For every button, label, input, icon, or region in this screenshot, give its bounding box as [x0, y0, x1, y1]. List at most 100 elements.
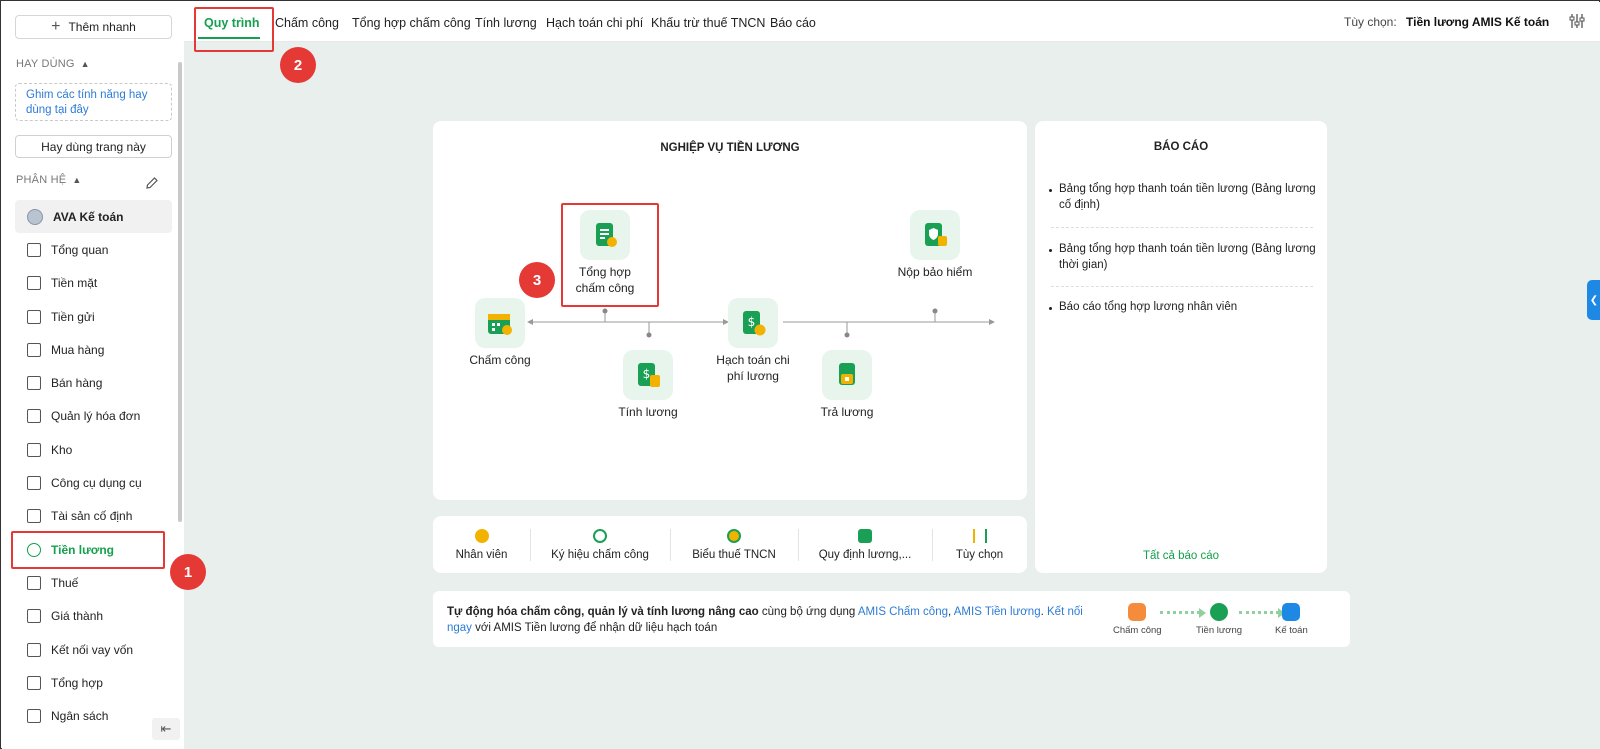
amis-timesheet-link[interactable]: AMIS Chấm công: [858, 606, 948, 618]
tool-label: Ký hiệu chấm công: [551, 548, 649, 561]
sidebar-item-summary[interactable]: Tổng hợp: [15, 666, 172, 699]
tab-pit-deduction[interactable]: Khấu trừ thuế TNCN: [651, 16, 765, 30]
pin-hint: Ghim các tính năng hay dùng tại đây: [15, 83, 172, 121]
use-page-button[interactable]: Hay dùng trang này: [15, 135, 172, 158]
step-badge-3: 3: [519, 262, 555, 298]
sidebar-item-cost[interactable]: Giá thành: [15, 600, 172, 633]
promo-step-label: Kế toán: [1275, 625, 1308, 636]
sidebar-item-warehouse[interactable]: Kho: [15, 433, 172, 466]
modules-section-title: PHÂN HỆ: [16, 174, 67, 186]
svg-text:$: $: [643, 367, 651, 381]
tools-icon: [27, 476, 41, 491]
tax-icon: [27, 575, 41, 590]
sidebar-item-label: Giá thành: [51, 609, 104, 624]
timesheet-symbols-tool[interactable]: Ký hiệu chấm công: [530, 516, 670, 573]
shopping-bag-icon: [27, 342, 41, 357]
tab-timesheet[interactable]: Chấm công: [275, 16, 339, 30]
tab-reports[interactable]: Báo cáo: [770, 16, 816, 30]
tool-label: Quy định lương,...: [818, 548, 912, 561]
report-item-label: Bảng tổng hợp thanh toán tiền lương (Bản…: [1059, 243, 1316, 271]
svg-text:$: $: [748, 315, 756, 329]
step-badge-2: 2: [280, 47, 316, 83]
payment-node[interactable]: [822, 350, 872, 400]
report-item[interactable]: Bảng tổng hợp thanh toán tiền lương (Bản…: [1049, 241, 1319, 273]
pencil-icon[interactable]: [145, 176, 159, 190]
accounting-node[interactable]: $: [728, 298, 778, 348]
highlight-timesheet-summary: [561, 203, 659, 307]
sidebar-item-overview[interactable]: Tổng quan: [15, 233, 172, 266]
workflow-card: NGHIỆP VỤ TIỀN LƯƠNG Chấm công Tổng hợp …: [433, 121, 1027, 500]
pit-table-tool[interactable]: Biểu thuế TNCN: [670, 516, 798, 573]
sidebar-item-sales[interactable]: Bán hàng: [15, 366, 172, 399]
salary-app-icon: [1210, 603, 1229, 621]
sidebar: + Thêm nhanh HAY DÙNG ▲ Ghim các tính nă…: [2, 2, 184, 749]
reports-card: BÁO CÁO Bảng tổng hợp thanh toán tiền lư…: [1035, 121, 1327, 573]
sidebar-item-label: Quản lý hóa đơn: [51, 409, 141, 424]
sidebar-item-fixed-assets[interactable]: Tài sản cố định: [15, 500, 172, 533]
sidebar-item-label: AVA Kế toán: [53, 209, 124, 224]
sidebar-item-ava[interactable]: AVA Kế toán: [15, 200, 172, 234]
tab-cost-accounting[interactable]: Hạch toán chi phí: [546, 16, 643, 30]
integration-banner: Tự động hóa chấm công, quản lý và tính l…: [433, 591, 1350, 647]
loan-icon: [27, 642, 41, 657]
side-panel-toggle[interactable]: ❮: [1587, 280, 1600, 320]
sidebar-item-loan[interactable]: Kết nối vay vốn: [15, 633, 172, 666]
spiral-icon: [593, 528, 607, 543]
report-item-label: Báo cáo tổng hợp lương nhân viên: [1059, 301, 1238, 313]
sidebar-item-label: Mua hàng: [51, 342, 105, 357]
amis-salary-link[interactable]: AMIS Tiền lương: [954, 606, 1041, 618]
tab-payroll[interactable]: Tính lương: [475, 16, 537, 30]
sliders-settings-icon[interactable]: [1569, 13, 1585, 29]
sidebar-item-bank[interactable]: Tiền gửi: [15, 300, 172, 333]
timesheet-app-icon: [1128, 603, 1147, 621]
all-reports-link[interactable]: Tất cả báo cáo: [1035, 550, 1327, 562]
dashboard-icon: [27, 242, 41, 257]
insurance-node[interactable]: [910, 210, 960, 260]
bank-icon: [27, 309, 41, 324]
promo-step-salary: Tiền lương: [1196, 603, 1242, 636]
options-tool[interactable]: Tùy chọn: [932, 516, 1027, 573]
modules-section-header[interactable]: PHÂN HỆ ▲: [16, 174, 81, 186]
payroll-node[interactable]: $: [623, 350, 673, 400]
accounting-label-line1: Hạch toán chi: [716, 353, 790, 367]
warehouse-icon: [27, 442, 41, 457]
sidebar-item-label: Tiền mặt: [51, 276, 98, 291]
sidebar-scrollbar[interactable]: [178, 62, 182, 522]
tab-timesheet-summary[interactable]: Tổng hợp chấm công: [352, 16, 471, 30]
frequent-section-header[interactable]: HAY DÙNG ▲: [16, 58, 90, 70]
invoice-icon: [27, 409, 41, 424]
report-item[interactable]: Báo cáo tổng hợp lương nhân viên: [1049, 299, 1319, 315]
sidebar-item-label: Bán hàng: [51, 376, 103, 391]
sidebar-item-label: Kết nối vay vốn: [51, 642, 134, 657]
sidebar-item-tools[interactable]: Công cụ dụng cụ: [15, 466, 172, 499]
sidebar-item-label: Thuế: [51, 575, 79, 590]
collapse-icon: ⇤: [160, 721, 172, 736]
avatar-icon: [27, 208, 43, 225]
quick-add-label: Thêm nhanh: [68, 20, 136, 34]
collapse-sidebar-button[interactable]: ⇤: [152, 718, 180, 740]
employee-tool[interactable]: Nhân viên: [433, 516, 530, 573]
chevron-up-icon: ▲: [72, 175, 82, 185]
step-badge-1: 1: [170, 554, 206, 590]
report-item[interactable]: Bảng tổng hợp thanh toán tiền lương (Bản…: [1049, 181, 1319, 213]
option-select[interactable]: Tiền lương AMIS Kế toán: [1406, 15, 1549, 29]
calendar-icon: [488, 314, 512, 335]
promo-step-accounting: Kế toán: [1275, 603, 1308, 636]
salary-rules-tool[interactable]: Quy định lương,...: [798, 516, 932, 573]
timesheet-label: Chấm công: [469, 353, 531, 367]
payment-icon: [839, 363, 855, 385]
sidebar-item-invoices[interactable]: Quản lý hóa đơn: [15, 400, 172, 433]
chevron-down-icon[interactable]: ⌄: [1536, 13, 1545, 26]
sidebar-item-cash[interactable]: Tiền mặt: [15, 267, 172, 300]
promo-bold: Tự động hóa chấm công, quản lý và tính l…: [447, 606, 759, 618]
insurance-label: Nộp bảo hiểm: [897, 265, 973, 279]
accounting-label-line2: phí lương: [727, 369, 779, 383]
quick-add-button[interactable]: + Thêm nhanh: [15, 15, 172, 39]
tool-label: Biểu thuế TNCN: [692, 548, 776, 561]
timesheet-node[interactable]: [475, 298, 525, 348]
sidebar-item-budget[interactable]: Ngân sách: [15, 699, 172, 732]
sidebar-item-purchase[interactable]: Mua hàng: [15, 333, 172, 366]
promo-text-part: với AMIS Tiền lương để nhận dữ liệu hạch…: [471, 622, 718, 634]
sidebar-item-tax[interactable]: Thuế: [15, 566, 172, 599]
promo-step-label: Chấm công: [1113, 625, 1162, 636]
